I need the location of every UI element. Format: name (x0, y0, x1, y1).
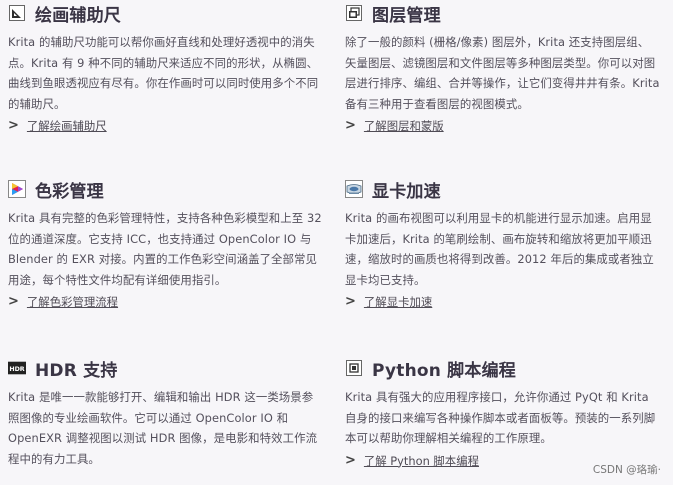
ruler-assistant-icon (8, 4, 26, 22)
feature-header: 图层管理 (345, 0, 660, 26)
feature-header: 绘画辅助尺 (8, 0, 323, 26)
learn-more-row: > 了解绘画辅助尺 (8, 118, 323, 134)
learn-more-row: > 了解图层和蒙版 (345, 118, 660, 134)
chevron-right-icon: > (8, 118, 19, 133)
gpu-card-icon (345, 180, 363, 198)
feature-title: HDR 支持 (35, 360, 118, 381)
feature-title: Python 脚本编程 (372, 360, 516, 381)
feature-description: Krita 是唯一一款能够打开、编辑和输出 HDR 这一类场景参照图像的专业绘画… (8, 390, 318, 466)
learn-more-link[interactable]: 了解 Python 脚本编程 (364, 453, 479, 469)
feature-title: 色彩管理 (35, 181, 104, 202)
feature-color-management: 色彩管理 Krita 具有完整的色彩管理特性，支持各种色彩模型和上至 32 位的… (8, 176, 323, 310)
chevron-right-icon: > (8, 294, 19, 309)
learn-more-link[interactable]: 了解色彩管理流程 (27, 294, 118, 310)
feature-description: Krita 具有完整的色彩管理特性，支持各种色彩模型和上至 32 位的通道深度。… (8, 211, 322, 287)
feature-description: 除了一般的颜料 (栅格/像素) 图层外，Krita 还支持图层组、矢量图层、滤镜… (345, 35, 660, 111)
feature-header: 色彩管理 (8, 176, 323, 202)
hdr-icon: HDR (8, 359, 26, 377)
learn-more-link[interactable]: 了解图层和蒙版 (364, 118, 444, 134)
python-script-icon (345, 359, 363, 377)
feature-gpu-acceleration: 显卡加速 Krita 的画布视图可以利用显卡的机能进行显示加速。启用显卡加速后，… (345, 176, 660, 310)
feature-title: 绘画辅助尺 (35, 5, 121, 26)
feature-title: 显卡加速 (372, 181, 441, 202)
hdr-icon-label: HDR (9, 366, 24, 373)
color-management-icon (8, 180, 26, 198)
feature-description: Krita 具有强大的应用程序接口，允许你通过 PyQt 和 Krita 自身的… (345, 390, 656, 445)
feature-hdr-support: HDR HDR 支持 Krita 是唯一一款能够打开、编辑和输出 HDR 这一类… (8, 355, 323, 469)
feature-layer-management: 图层管理 除了一般的颜料 (栅格/像素) 图层外，Krita 还支持图层组、矢量… (345, 0, 660, 134)
feature-title: 图层管理 (372, 5, 441, 26)
feature-drawing-assistants: 绘画辅助尺 Krita 的辅助尺功能可以帮你画好直线和处理好透视中的消失点。Kr… (8, 0, 323, 134)
feature-header: Python 脚本编程 (345, 355, 660, 381)
learn-more-row: > 了解显卡加速 (345, 294, 660, 310)
layers-icon (345, 4, 363, 22)
learn-more-row: > 了解色彩管理流程 (8, 294, 323, 310)
feature-header: HDR HDR 支持 (8, 355, 323, 381)
chevron-right-icon: > (345, 452, 356, 468)
chevron-right-icon: > (345, 294, 356, 309)
csdn-watermark: CSDN @珞瑜· (592, 464, 661, 476)
learn-more-link[interactable]: 了解绘画辅助尺 (27, 118, 107, 134)
feature-header: 显卡加速 (345, 176, 660, 202)
learn-more-link[interactable]: 了解显卡加速 (364, 294, 432, 310)
chevron-right-icon: > (345, 118, 356, 133)
feature-description: Krita 的画布视图可以利用显卡的机能进行显示加速。启用显卡加速后，Krita… (345, 211, 654, 287)
feature-description: Krita 的辅助尺功能可以帮你画好直线和处理好透视中的消失点。Krita 有 … (8, 35, 319, 111)
feature-python-scripting: Python 脚本编程 Krita 具有强大的应用程序接口，允许你通过 PyQt… (345, 355, 660, 469)
